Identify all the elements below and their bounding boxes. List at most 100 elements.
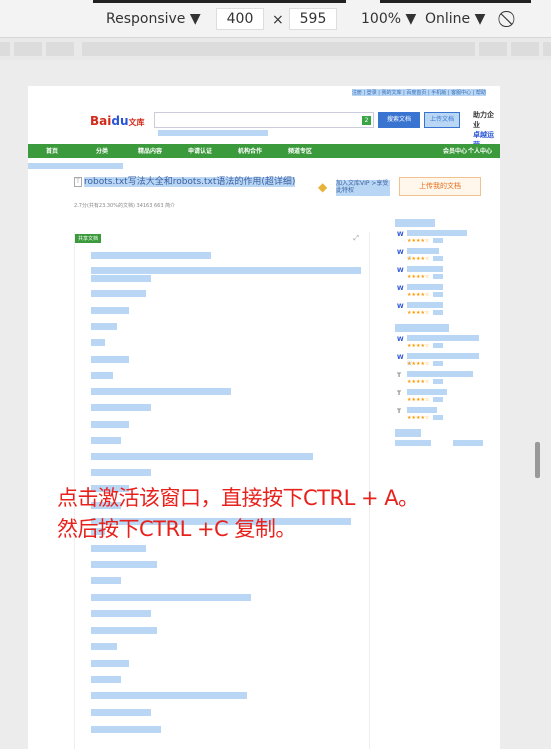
nav-category[interactable]: 分类: [96, 146, 108, 155]
doc-line: [91, 545, 146, 552]
rating-stars: ★★★★☆: [407, 343, 430, 349]
breadcrumb[interactable]: [28, 163, 123, 169]
search-button[interactable]: 搜索文档: [378, 112, 420, 128]
sidebar-item-badge: [433, 361, 443, 366]
media-segment[interactable]: [511, 42, 539, 56]
doc-line: [91, 692, 247, 699]
doc-meta: 2.7分(共有23.30%的文档) 34163 663 简介: [74, 203, 176, 209]
shared-doc-tag: 共享文档: [75, 234, 102, 243]
emulated-viewport[interactable]: 注册 | 登录 | 我的文库 | 百度首页 | 手机版 | 客服中心 | 帮助 …: [28, 86, 500, 749]
promo-line1: 助力企业: [473, 111, 494, 129]
sidebar-item-badge: [433, 379, 443, 384]
device-select[interactable]: Responsive ▼: [106, 11, 201, 27]
nav-certify[interactable]: 申请认证: [188, 146, 212, 155]
rating-stars: ★★★★☆: [407, 361, 430, 367]
sidebar: 相关文档推荐 Wrobots.txt写法大全 ★★★★☆ Wrobots.txt文…: [395, 219, 487, 449]
nav-channel[interactable]: 频道专区: [288, 146, 312, 155]
upload-doc-button[interactable]: 上传我的文档: [399, 177, 481, 196]
media-segment[interactable]: [14, 42, 42, 56]
word-icon: W: [397, 267, 404, 274]
doc-line: [91, 610, 151, 617]
devtools-toolbar: Responsive ▼ 400 × 595 100% ▼ Online ▼ ⃠: [0, 0, 551, 38]
media-segment[interactable]: [46, 42, 74, 56]
sidebar-item-badge: [433, 238, 443, 243]
throttle-select[interactable]: Online ▼: [425, 11, 485, 27]
sidebar-item[interactable]: Wrobots.txt写法大全 ★★★★☆: [395, 230, 487, 248]
height-value: 595: [299, 11, 327, 27]
sidebar-item[interactable]: Trobots规则 ★★★★☆: [395, 407, 487, 425]
doc-line: [91, 339, 105, 346]
search-type-radios[interactable]: [158, 130, 268, 136]
nav-member[interactable]: 会员中心: [443, 146, 467, 155]
sidebar-item[interactable]: Trobots.txt指南 ★★★★☆: [395, 389, 487, 407]
nav-personal[interactable]: 个人中心: [468, 146, 492, 155]
rating-stars: ★★★★☆: [407, 256, 430, 262]
nav-premium[interactable]: 精品内容: [138, 146, 162, 155]
doc-line: [91, 594, 251, 601]
toolbar-topline: [380, 0, 531, 3]
sidebar-item[interactable]: Wrobots协议写法 ★★★★☆: [395, 284, 487, 302]
baidu-wenku-logo[interactable]: Baidu文库: [90, 114, 145, 128]
instruction-line-2: 然后按下CTRL +C 复制。: [57, 517, 296, 541]
doc-line: [91, 709, 151, 716]
vip-link[interactable]: 加入文库VIP >享受此特权: [336, 180, 390, 196]
sidebar-item-badge: [433, 274, 443, 279]
width-input[interactable]: 400: [216, 8, 264, 30]
media-segment[interactable]: [543, 42, 551, 56]
media-segment[interactable]: [82, 42, 475, 56]
sidebar-item-badge: [433, 343, 443, 348]
search-input[interactable]: 2: [154, 112, 374, 128]
doc-line: [91, 726, 161, 733]
sidebar-item[interactable]: Trobots.txt的作用及写法 ★★★★☆: [395, 371, 487, 389]
sidebar-header: 相关文档推荐: [395, 219, 435, 227]
sidebar-item[interactable]: Wrobots文件写法 ★★★★☆: [395, 302, 487, 320]
txt-icon: T: [397, 408, 402, 415]
doc-line: [91, 421, 129, 428]
doc-line: [91, 577, 121, 584]
doc-line: [91, 643, 117, 650]
sidebar-item-name: robots.txt文件: [407, 248, 439, 262]
doc-line: [91, 469, 151, 476]
txt-file-icon: T: [74, 177, 82, 187]
diamond-icon: ◆: [318, 180, 328, 194]
doc-line: [91, 404, 151, 411]
media-segment[interactable]: [0, 42, 10, 56]
nav-home[interactable]: 首页: [46, 146, 58, 155]
sidebar-footer-row: 相关推荐文档 提交反馈: [395, 440, 487, 447]
doc-line: [91, 437, 121, 444]
instruction-overlay: 点击激活该窗口，直接按下CTRL + A。 然后按下CTRL +C 复制。: [57, 483, 527, 545]
top-links[interactable]: 注册 | 登录 | 我的文库 | 百度首页 | 手机版 | 客服中心 | 帮助: [351, 89, 486, 96]
media-query-bar: [0, 38, 551, 60]
sidebar-footer-link[interactable]: 相关推荐文档: [395, 440, 431, 447]
media-segment[interactable]: [479, 42, 507, 56]
height-input[interactable]: 595: [289, 8, 337, 30]
zoom-select[interactable]: 100% ▼: [361, 11, 416, 27]
sidebar-item[interactable]: W 2016年SEO优化教程(2016版... ★★★★☆: [395, 353, 487, 371]
doc-line: [91, 290, 146, 297]
doc-line: [91, 323, 117, 330]
fullscreen-icon[interactable]: ⤢: [353, 234, 359, 243]
rating-stars: ★★★★☆: [407, 292, 430, 298]
sidebar-item[interactable]: W Sitemap和robots.txt SE... ★★★★☆: [395, 335, 487, 353]
sidebar-item-name: robots规则: [407, 407, 437, 414]
upload-button[interactable]: 上传文档: [424, 112, 460, 128]
sidebar-item-name: robots文件写法: [407, 302, 443, 309]
doc-line: [91, 307, 129, 314]
rating-stars: ★★★★☆: [407, 415, 430, 421]
word-icon: W: [397, 336, 404, 343]
sidebar-item-name: robots.txt写法大全: [407, 230, 467, 237]
nav-partner[interactable]: 机构合作: [238, 146, 262, 155]
doc-line: [91, 388, 231, 395]
sidebar-item[interactable]: Wrobots写法大全 ★★★★☆: [395, 266, 487, 284]
rating-stars: ★★★★☆: [407, 310, 430, 316]
scrollbar[interactable]: [535, 442, 540, 478]
logo-wenku: 文库: [128, 118, 145, 127]
doc-line: [91, 252, 211, 259]
word-icon: W: [397, 285, 404, 292]
sidebar-item[interactable]: Wrobots.txt文件 ★★★★☆: [395, 248, 487, 266]
doc-title-text: robots.txt写法大全和robots.txt语法的作用(超详细): [84, 177, 296, 187]
search-count-badge: 2: [362, 116, 371, 125]
times-symbol: ×: [272, 12, 284, 28]
feedback-link[interactable]: 提交反馈: [453, 440, 483, 447]
rating-stars: ★★★★☆: [407, 397, 430, 403]
